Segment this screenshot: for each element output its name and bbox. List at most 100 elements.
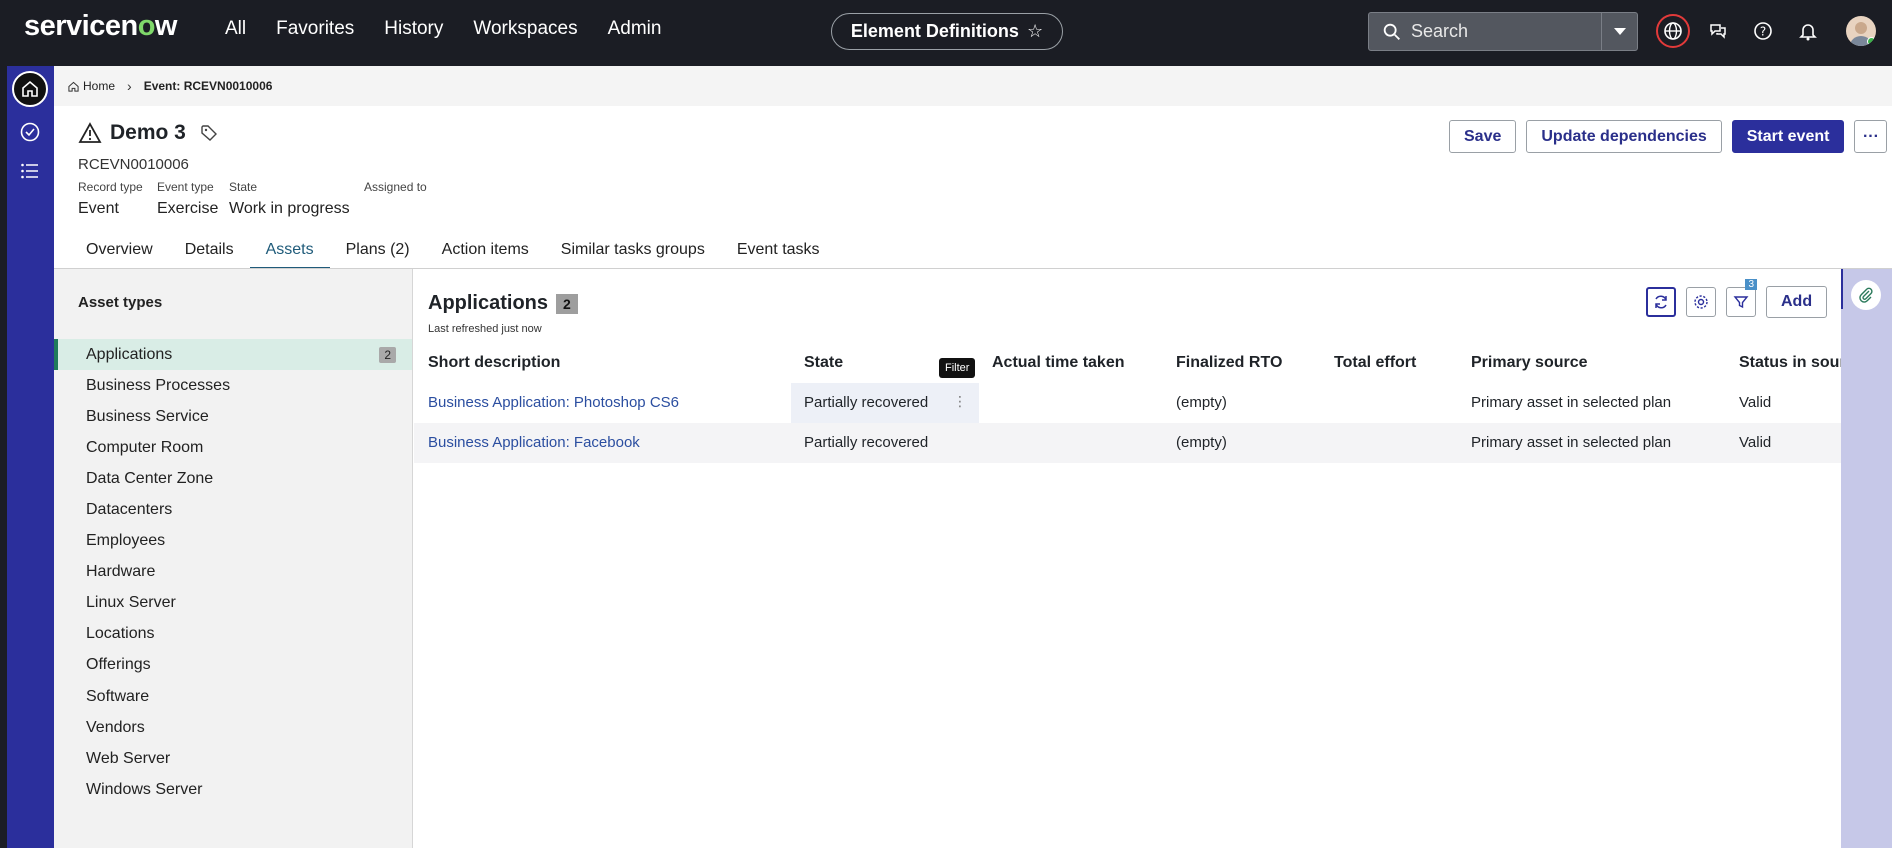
top-icon-bar: ? [1656,14,1825,48]
context-pill-label: Element Definitions [850,21,1019,41]
status-in-source-cell: Valid [1739,434,1772,451]
home-icon[interactable] [12,71,48,107]
field-label: Event type [157,180,214,194]
asset-type-item[interactable]: Linux Server [54,588,412,619]
nav-favorites[interactable]: Favorites [276,18,354,40]
tab-similar-tasks-groups[interactable]: Similar tasks groups [545,241,721,270]
nav-history[interactable]: History [384,18,443,40]
update-dependencies-button[interactable]: Update dependencies [1526,120,1722,153]
check-circle-icon[interactable] [12,114,48,150]
asset-type-item[interactable]: Offerings [54,650,412,681]
asset-type-item[interactable]: Employees [54,526,412,557]
filter-button[interactable]: 3 [1726,279,1757,317]
tab-action-items[interactable]: Action items [426,241,545,270]
asset-types-panel: Asset types Applications 2 Business Proce… [54,269,413,848]
short-description-link[interactable]: Business Application: Photoshop CS6 [428,394,679,411]
servicenow-logo[interactable]: servicenow [24,10,177,43]
table-row: Business Application: Facebook Partially… [414,423,1841,463]
record-title-text: Demo 3 [110,121,186,144]
nav-admin[interactable]: Admin [608,18,662,40]
count-badge: 2 [556,293,578,314]
field-label: Record type [78,180,143,194]
column-header[interactable]: Total effort [1334,354,1416,372]
save-button[interactable]: Save [1449,120,1517,153]
short-description-link[interactable]: Business Application: Facebook [428,434,640,451]
status-in-source-cell: Valid [1739,394,1772,411]
field-value: Exercise [157,200,219,217]
start-event-button[interactable]: Start event [1731,120,1845,153]
column-header[interactable]: Primary source [1471,354,1588,372]
nav-workspaces[interactable]: Workspaces [473,18,577,40]
breadcrumb-current: Event: RCEVN0010006 [143,79,273,93]
kebab-menu-icon[interactable]: ⋮ [953,393,967,410]
asset-type-item[interactable]: Locations [54,619,412,650]
breadcrumb-home-label: Home [83,79,116,93]
svg-text:?: ? [1760,25,1766,39]
tag-icon[interactable] [200,124,218,142]
asset-type-item[interactable]: Hardware [54,557,412,588]
refresh-icon [1655,295,1667,309]
asset-type-item[interactable]: Web Server [54,743,412,774]
panel-title-text: Applications [428,292,549,314]
left-rail [7,66,54,848]
column-header[interactable]: Finalized RTO [1176,354,1282,372]
nav-all[interactable]: All [225,18,246,40]
settings-button[interactable] [1686,287,1716,317]
chat-icon[interactable] [1701,14,1735,48]
filter-tooltip: Filter [939,358,976,378]
asset-type-item[interactable]: Vendors [54,712,412,743]
global-search [1368,12,1638,51]
globe-icon[interactable] [1656,14,1690,48]
count-badge: 2 [379,347,396,363]
table-header: Short description State Actual time take… [414,343,1863,383]
tab-event-tasks[interactable]: Event tasks [721,241,836,270]
more-options-button[interactable]: ··· [1854,120,1888,153]
search-input[interactable] [1411,21,1591,42]
strip-edge [1841,269,1843,309]
home-small-icon [68,81,79,92]
applications-table: Short description State Actual time take… [414,343,1863,463]
asset-type-item[interactable]: Windows Server [54,774,412,805]
main-menu: All Favorites History Workspaces Admin [225,18,691,40]
tab-plans[interactable]: Plans (2) [330,241,426,270]
column-header[interactable]: State [804,354,843,372]
primary-source-cell: Primary asset in selected plan [1471,394,1672,411]
search-scope-dropdown[interactable] [1601,13,1637,50]
list-toolbar: 3 Add [1646,279,1828,318]
record-actions: Save Update dependencies Start event ··· [1449,120,1888,153]
attachment-button[interactable] [1851,280,1881,310]
column-header[interactable]: Actual time taken [992,354,1124,372]
tab-details[interactable]: Details [169,241,250,270]
asset-types-heading: Asset types [78,294,163,311]
breadcrumb-home[interactable]: Home [68,79,115,93]
asset-type-item[interactable]: Software [54,681,412,712]
asset-type-item[interactable]: Computer Room [54,432,412,463]
field-state: State Work in progress [229,180,350,218]
column-header[interactable]: Short description [428,354,560,372]
field-assigned-to: Assigned to [364,180,427,200]
add-button[interactable]: Add [1766,286,1828,318]
applications-panel: Applications 2 Last refreshed just now 3… [414,269,1863,848]
tab-assets[interactable]: Assets [249,241,330,270]
asset-type-item[interactable]: Applications 2 [54,339,412,371]
asset-type-item[interactable]: Datacenters [54,494,412,525]
chevron-right-icon: › [127,78,132,94]
refresh-button[interactable] [1646,287,1676,317]
help-icon[interactable]: ? [1746,14,1780,48]
gear-icon [1694,295,1708,309]
bell-icon[interactable] [1791,14,1825,48]
record-tabs: Overview Details Assets Plans (2) Action… [70,241,836,270]
warning-icon [78,122,102,143]
asset-type-item[interactable]: Business Processes [54,370,412,401]
asset-type-item[interactable]: Business Service [54,401,412,432]
list-icon[interactable] [12,153,48,189]
filter-count-badge: 3 [1745,279,1757,290]
field-value: Event [78,200,119,217]
context-pill[interactable]: Element Definitions ☆ [831,13,1063,50]
star-icon[interactable]: ☆ [1027,21,1043,42]
finalized-rto-cell: (empty) [1176,434,1227,451]
asset-type-item[interactable]: Data Center Zone [54,463,412,494]
tab-overview[interactable]: Overview [70,241,169,270]
user-avatar[interactable] [1846,16,1876,46]
state-cell: Partially recovered [804,394,929,411]
